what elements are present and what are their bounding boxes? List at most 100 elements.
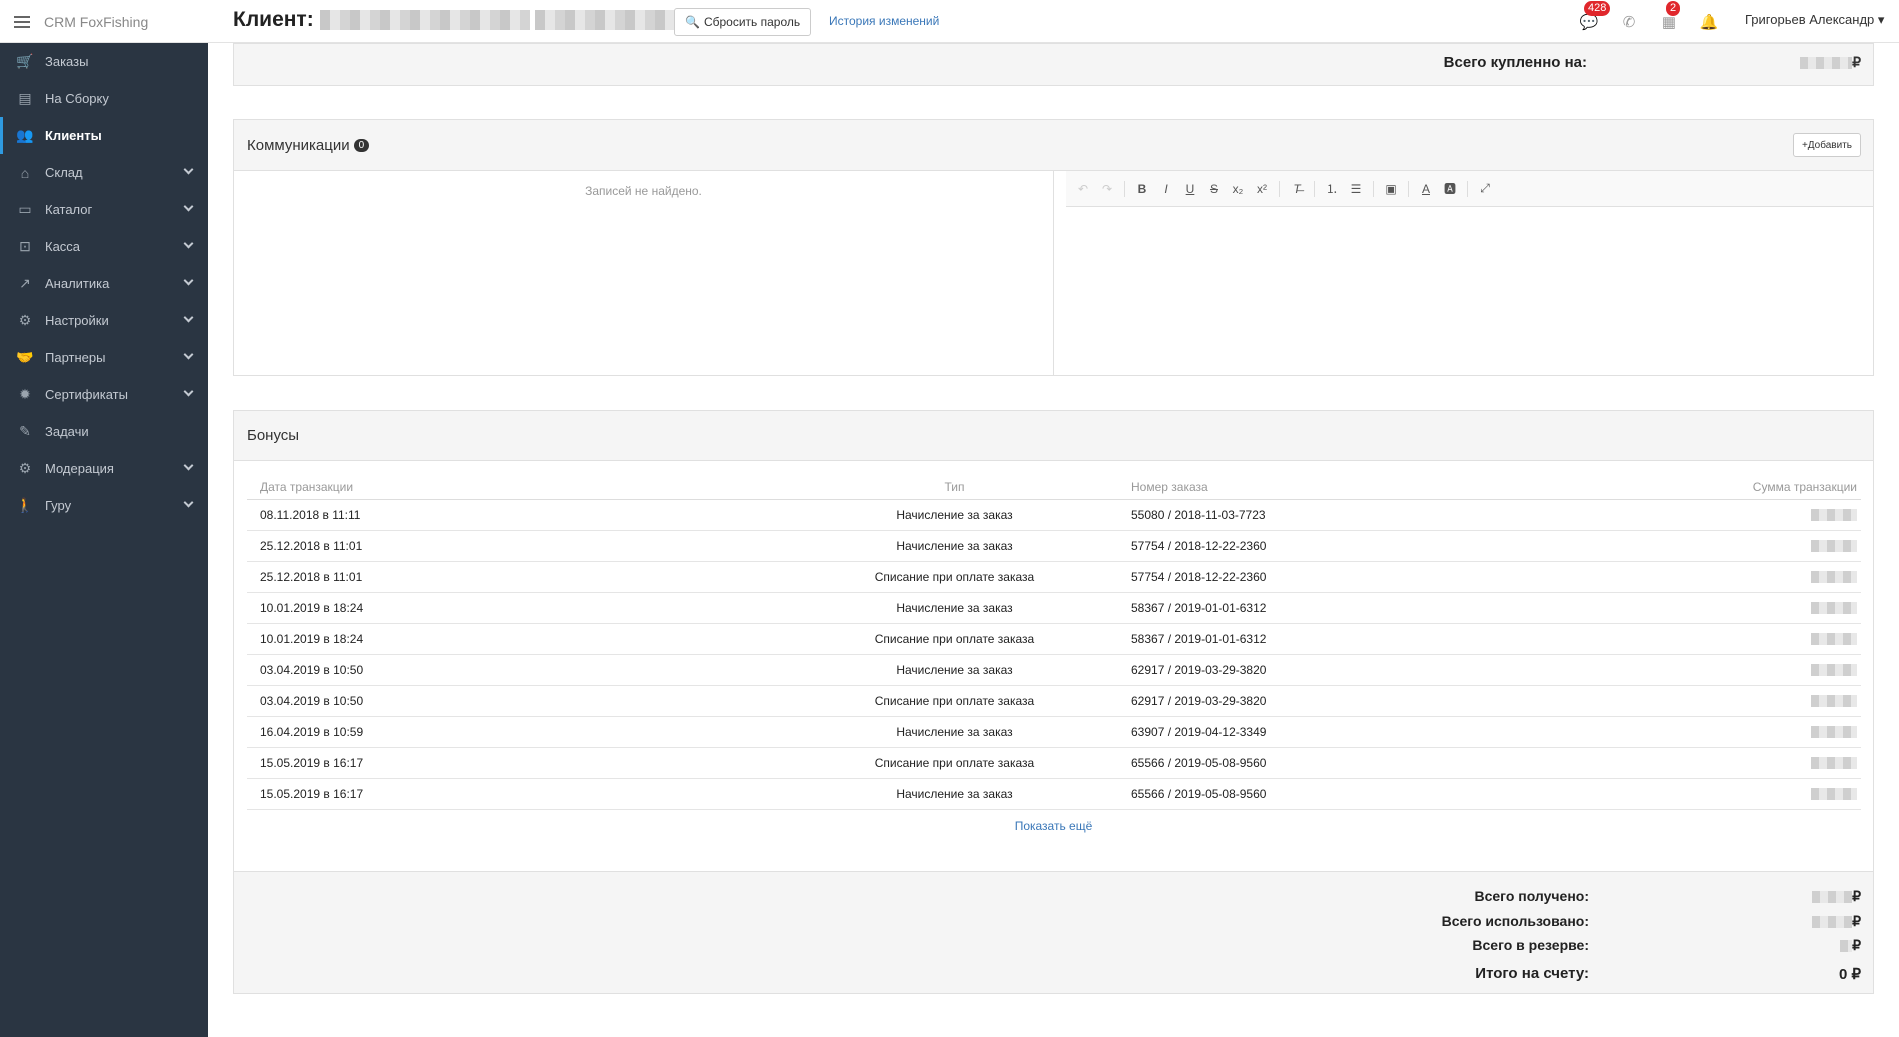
sidebar-item-label: Клиенты — [45, 128, 102, 143]
phone-icon[interactable]: ✆ — [1620, 13, 1638, 31]
table-row: 03.04.2019 в 10:50 Начисление за заказ 629… — [247, 654, 1861, 686]
column-header[interactable]: Дата транзакции — [247, 476, 794, 500]
catalog-icon: ▭ — [18, 201, 32, 217]
sidebar-item[interactable]: ⚙ Модерация — [0, 450, 208, 487]
cell-order: 58367 / 2019-01-01-6312 — [1115, 592, 1711, 624]
cell-date: 10.01.2019 в 18:24 — [247, 592, 794, 624]
menu-icon[interactable] — [14, 15, 30, 28]
sidebar-item[interactable]: ▤ На Сборку — [0, 80, 208, 117]
messages-icon[interactable]: 💬 428 — [1580, 0, 1611, 31]
brand-name: CRM FoxFishing — [44, 13, 149, 30]
cell-order: 57754 / 2018-12-22-2360 — [1115, 530, 1711, 562]
show-more-link[interactable]: Показать ещё — [234, 819, 1873, 833]
sidebar-item[interactable]: 🤝 Партнеры — [0, 339, 208, 376]
cell-order: 58367 / 2019-01-01-6312 — [1115, 623, 1711, 655]
bullet-list-icon[interactable]: ☰ — [1349, 182, 1363, 196]
table-row: 25.12.2018 в 11:01 Списание при оплате за… — [247, 561, 1861, 593]
walker-icon: 🚶 — [16, 497, 34, 513]
cell-order: 62917 / 2019-03-29-3820 — [1115, 654, 1711, 686]
cell-type: Начисление за заказ — [794, 716, 1115, 748]
table-row: 15.05.2019 в 16:17 Списание при оплате за… — [247, 747, 1861, 779]
chevron-down-icon — [183, 497, 194, 508]
cell-date: 16.04.2019 в 10:59 — [247, 716, 794, 748]
table-row: 10.01.2019 в 18:24 Начисление за заказ 583… — [247, 592, 1861, 624]
cell-order: 62917 / 2019-03-29-3820 — [1115, 685, 1711, 717]
redacted-amount — [1800, 57, 1853, 70]
strikethrough-icon[interactable]: S — [1207, 182, 1221, 196]
ordered-list-icon[interactable]: ⒈ — [1325, 180, 1339, 197]
bell-icon[interactable]: 🔔 — [1700, 13, 1719, 31]
sidebar-item[interactable]: ▭ Каталог — [0, 191, 208, 228]
underline-icon[interactable]: U — [1183, 182, 1197, 196]
messages-badge: 428 — [1584, 0, 1611, 16]
sidebar-item[interactable]: ⚙ Настройки — [0, 302, 208, 339]
table-header-row: Дата транзакции Тип Номер заказа Сумма т… — [247, 476, 1861, 500]
cell-date: 10.01.2019 в 18:24 — [247, 623, 794, 655]
column-header[interactable]: Тип — [794, 476, 1115, 500]
table-row: 08.11.2018 в 11:11 Начисление за заказ 550… — [247, 499, 1861, 531]
gears-icon: ⚙ — [18, 460, 32, 476]
rich-text-editor[interactable]: ↶ ↷ B I U S x₂ x² T̶ ⒈ ☰ ▣ A 🅰 ⤢ — [1066, 171, 1873, 375]
clear-format-icon[interactable]: T̶ — [1290, 182, 1304, 196]
sidebar-item-label: На Сборку — [45, 91, 109, 106]
sidebar-item[interactable]: 👥 Клиенты — [0, 117, 208, 154]
caret-down-icon: ▾ — [1877, 12, 1885, 27]
cell-date: 03.04.2019 в 10:50 — [247, 685, 794, 717]
sidebar-item-label: Склад — [45, 165, 83, 180]
cell-type: Начисление за заказ — [794, 654, 1115, 686]
bonuses-panel: Бонусы Дата транзакции Тип Номер заказа … — [233, 410, 1874, 994]
money-icon: ⊡ — [19, 238, 31, 254]
sidebar-item[interactable]: ✹ Сертификаты — [0, 376, 208, 413]
cell-order: 57754 / 2018-12-22-2360 — [1115, 561, 1711, 593]
column-header[interactable]: Номер заказа — [1115, 476, 1711, 500]
cell-date: 25.12.2018 в 11:01 — [247, 561, 794, 593]
sidebar-item[interactable]: 🚶 Гуру — [0, 487, 208, 524]
chevron-down-icon — [183, 238, 194, 249]
add-communication-button[interactable]: +Добавить — [1792, 133, 1861, 157]
users-icon: 👥 — [16, 127, 34, 143]
tasks-badge: 2 — [1666, 0, 1681, 16]
redo-icon[interactable]: ↷ — [1100, 182, 1114, 196]
communications-title: Коммуникации — [247, 136, 350, 154]
purchase-summary: Всего купленно на: ₽ — [233, 43, 1874, 86]
home-icon: ⌂ — [20, 164, 30, 181]
table-row: 15.05.2019 в 16:17 Начисление за заказ 655… — [247, 778, 1861, 810]
sidebar-item[interactable]: ↗ Аналитика — [0, 265, 208, 302]
cell-type: Начисление за заказ — [794, 592, 1115, 624]
chevron-down-icon — [183, 460, 194, 471]
fullscreen-icon[interactable]: ⤢ — [1478, 181, 1492, 196]
communications-header: Коммуникации 0 +Добавить — [234, 120, 1873, 171]
image-icon[interactable]: ▣ — [1384, 182, 1398, 196]
superscript-icon[interactable]: x² — [1255, 182, 1269, 196]
reset-password-button[interactable]: 🔍 Сбросить пароль — [674, 8, 812, 36]
undo-icon[interactable]: ↶ — [1076, 182, 1090, 196]
empty-message: Записей не найдено. — [585, 184, 702, 198]
bold-icon[interactable]: B — [1135, 182, 1149, 196]
history-link[interactable]: История изменений — [829, 14, 939, 28]
cell-type: Списание при оплате заказа — [794, 623, 1115, 655]
sidebar-item[interactable]: ✎ Задачи — [0, 413, 208, 450]
sidebar-item[interactable]: ⌂ Склад — [0, 154, 208, 191]
sidebar-item[interactable]: ⊡ Касса — [0, 228, 208, 265]
cell-amount-redacted — [1711, 530, 1861, 562]
total-bought-value: ₽ — [1800, 54, 1861, 71]
column-header[interactable]: Сумма транзакции — [1711, 476, 1861, 500]
communications-count: 0 — [353, 138, 370, 152]
total-used-label: Всего использовано: — [1441, 913, 1589, 929]
user-menu[interactable]: Григорьев Александр ▾ — [1745, 12, 1884, 28]
background-color-icon[interactable]: 🅰 — [1443, 180, 1457, 197]
communications-list: Записей не найдено. — [234, 171, 1054, 375]
italic-icon[interactable]: I — [1159, 182, 1173, 196]
calendar-icon[interactable]: ▦ 2 — [1660, 0, 1681, 31]
cell-order: 55080 / 2018-11-03-7723 — [1115, 499, 1711, 531]
cell-amount-redacted — [1711, 685, 1861, 717]
table-row: 03.04.2019 в 10:50 Списание при оплате за… — [247, 685, 1861, 717]
chevron-down-icon — [183, 349, 194, 360]
subscript-icon[interactable]: x₂ — [1231, 182, 1245, 196]
cell-order: 63907 / 2019-04-12-3349 — [1115, 716, 1711, 748]
add-label: Добавить — [1807, 139, 1852, 151]
text-color-icon[interactable]: A — [1419, 182, 1433, 196]
brand[interactable]: CRM FoxFishing — [0, 0, 208, 43]
sidebar-item[interactable]: 🛒 Заказы — [0, 43, 208, 80]
cell-date: 25.12.2018 в 11:01 — [247, 530, 794, 562]
